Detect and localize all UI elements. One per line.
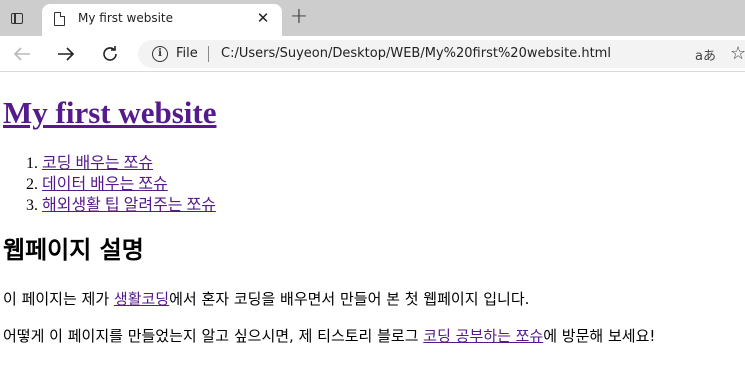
plus-icon[interactable]: +: [288, 6, 310, 28]
list-item: 데이터 배우는 쪼슈: [42, 174, 216, 195]
list-link-3[interactable]: 해외생활 팁 알려주는 쪼슈: [42, 197, 216, 214]
list-link-1[interactable]: 코딩 배우는 쪼슈: [42, 155, 153, 172]
url-text[interactable]: C:/Users/Suyeon/Desktop/WEB/My%20first%2…: [221, 46, 611, 61]
heading-link[interactable]: My first website: [3, 95, 217, 130]
scheme-label: File: [176, 46, 198, 61]
star-icon[interactable]: ☆: [730, 43, 745, 64]
refresh-icon[interactable]: [96, 40, 124, 68]
section-title: 웹페이지 설명: [3, 236, 144, 264]
browser-tab[interactable]: My first website ✕: [42, 4, 282, 36]
saenghwal-coding-link[interactable]: 생활코딩: [114, 290, 169, 308]
description-paragraph-2: 어떻게 이 페이지를 만들었는지 알고 싶으시면, 제 티스토리 블로그 코딩 …: [3, 326, 655, 346]
page-content: My first website 코딩 배우는 쪼슈 데이터 배우는 쪼슈 해외…: [0, 73, 745, 384]
back-arrow-icon[interactable]: [8, 40, 36, 68]
toolbar: i File C:/Users/Suyeon/Desktop/WEB/My%20…: [0, 36, 745, 72]
p2-text-after: 에 방문해 보세요!: [543, 327, 656, 345]
list-link-2[interactable]: 데이터 배우는 쪼슈: [42, 176, 168, 193]
tab-actions-icon[interactable]: [6, 8, 28, 28]
address-separator: [208, 46, 209, 62]
tab-title: My first website: [78, 11, 174, 25]
description-paragraph-1: 이 페이지는 제가 생활코딩에서 혼자 코딩을 배우면서 만들어 본 첫 웹페이…: [3, 289, 529, 309]
page-icon: [54, 11, 66, 26]
list-item: 해외생활 팁 알려주는 쪼슈: [42, 195, 216, 216]
close-icon[interactable]: ✕: [254, 9, 272, 27]
read-aloud-icon[interactable]: aあ: [695, 45, 716, 64]
address-bar[interactable]: i File C:/Users/Suyeon/Desktop/WEB/My%20…: [138, 40, 745, 68]
list-item: 코딩 배우는 쪼슈: [42, 153, 216, 174]
p1-text-before: 이 페이지는 제가: [3, 290, 114, 308]
p2-text-before: 어떻게 이 페이지를 만들었는지 알고 싶으시면, 제 티스토리 블로그: [3, 327, 424, 345]
p1-text-after: 에서 혼자 코딩을 배우면서 만들어 본 첫 웹페이지 입니다.: [169, 290, 530, 308]
page-heading: My first website: [3, 95, 217, 131]
link-list: 코딩 배우는 쪼슈 데이터 배우는 쪼슈 해외생활 팁 알려주는 쪼슈: [0, 153, 216, 216]
blog-link[interactable]: 코딩 공부하는 쪼슈: [423, 327, 543, 345]
forward-arrow-icon[interactable]: [52, 40, 80, 68]
tab-strip: My first website ✕ +: [0, 0, 745, 36]
info-icon[interactable]: i: [152, 46, 168, 62]
